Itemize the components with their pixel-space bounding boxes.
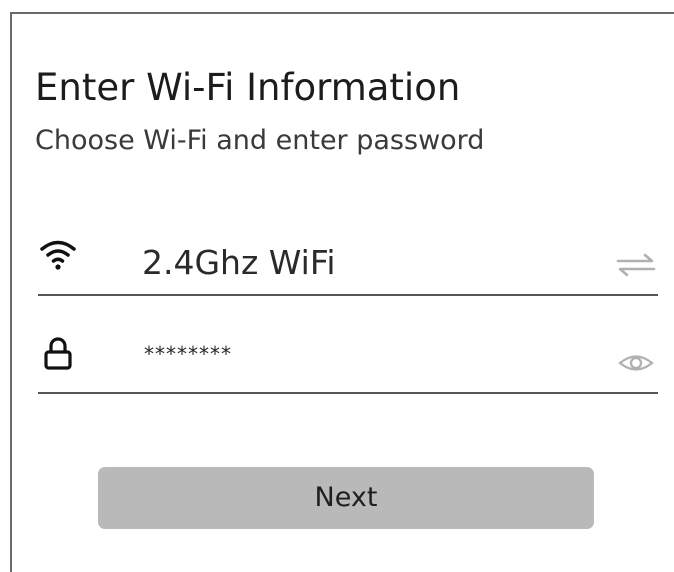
eye-icon[interactable]: [616, 348, 656, 378]
password-field[interactable]: ********: [38, 334, 658, 394]
swap-arrows-icon[interactable]: [616, 250, 656, 280]
lock-icon: [38, 334, 78, 374]
page-title: Enter Wi-Fi Information: [35, 66, 461, 109]
next-button[interactable]: Next: [98, 467, 594, 529]
page-subtitle: Choose Wi-Fi and enter password: [35, 125, 485, 156]
wifi-network-name: 2.4Ghz WiFi: [142, 243, 336, 282]
wifi-select-field[interactable]: 2.4Ghz WiFi: [38, 236, 658, 296]
wifi-icon: [38, 236, 78, 276]
password-input[interactable]: ********: [144, 342, 232, 366]
